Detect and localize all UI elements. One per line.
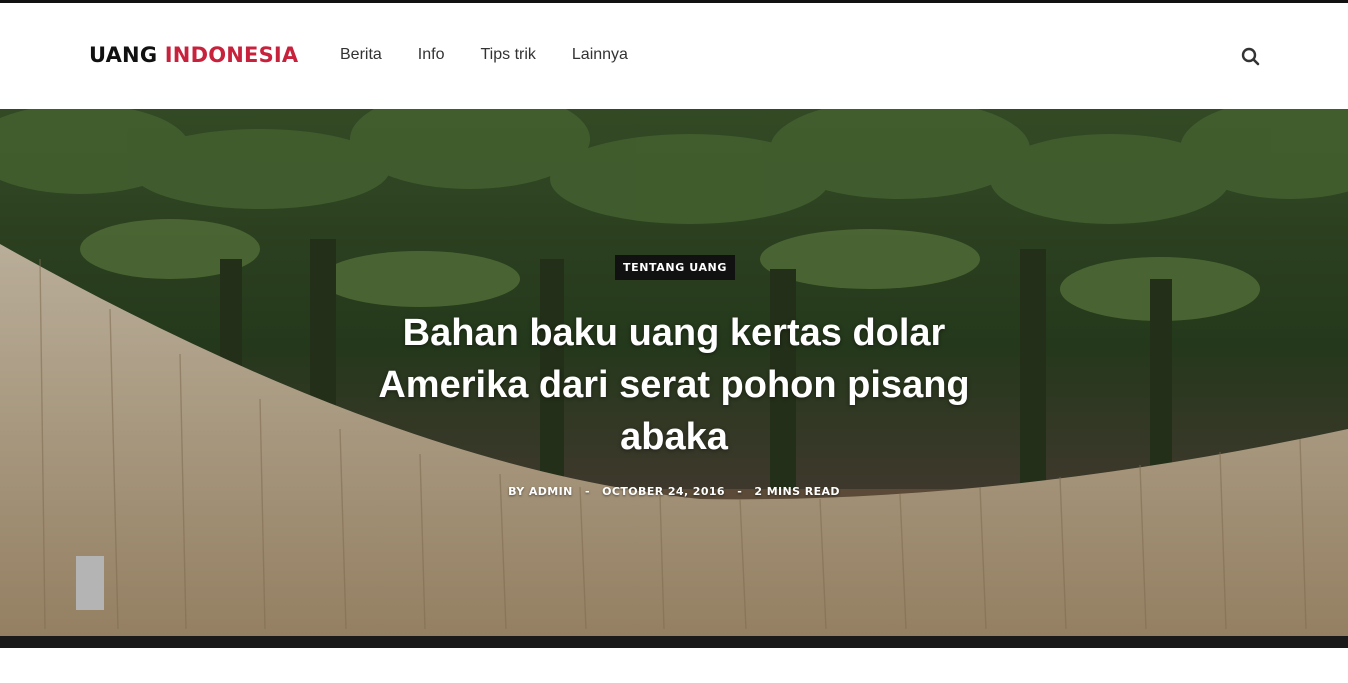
read-time: 2 MINS READ bbox=[754, 485, 840, 498]
logo-text-accent: INDONESIA bbox=[164, 43, 299, 67]
search-icon bbox=[1241, 47, 1260, 66]
main-nav: Berita Info Tips trik Lainnya bbox=[340, 46, 664, 64]
logo-text-primary: UANG bbox=[89, 43, 158, 67]
meta-separator: - bbox=[737, 485, 743, 498]
post-title[interactable]: Bahan baku uang kertas dolar Amerika dar… bbox=[354, 307, 994, 463]
featured-post-hero[interactable]: TENTANG UANG Bahan baku uang kertas dola… bbox=[0, 109, 1348, 636]
search-button[interactable] bbox=[1240, 46, 1262, 68]
post-author[interactable]: BY ADMIN bbox=[508, 485, 573, 498]
nav-item-lainnya[interactable]: Lainnya bbox=[572, 46, 628, 64]
meta-separator: - bbox=[584, 485, 590, 498]
nav-item-tips-trik[interactable]: Tips trik bbox=[480, 46, 535, 64]
hero-bottom-bar bbox=[0, 636, 1348, 648]
category-badge[interactable]: TENTANG UANG bbox=[615, 255, 735, 280]
site-header: UANG INDONESIA Berita Info Tips trik Lai… bbox=[0, 3, 1348, 109]
nav-item-info[interactable]: Info bbox=[418, 46, 445, 64]
nav-item-berita[interactable]: Berita bbox=[340, 46, 382, 64]
post-meta: BY ADMIN - OCTOBER 24, 2016 - 2 MINS REA… bbox=[0, 485, 1348, 498]
site-logo[interactable]: UANG INDONESIA bbox=[89, 43, 298, 67]
post-date: OCTOBER 24, 2016 bbox=[602, 485, 725, 498]
